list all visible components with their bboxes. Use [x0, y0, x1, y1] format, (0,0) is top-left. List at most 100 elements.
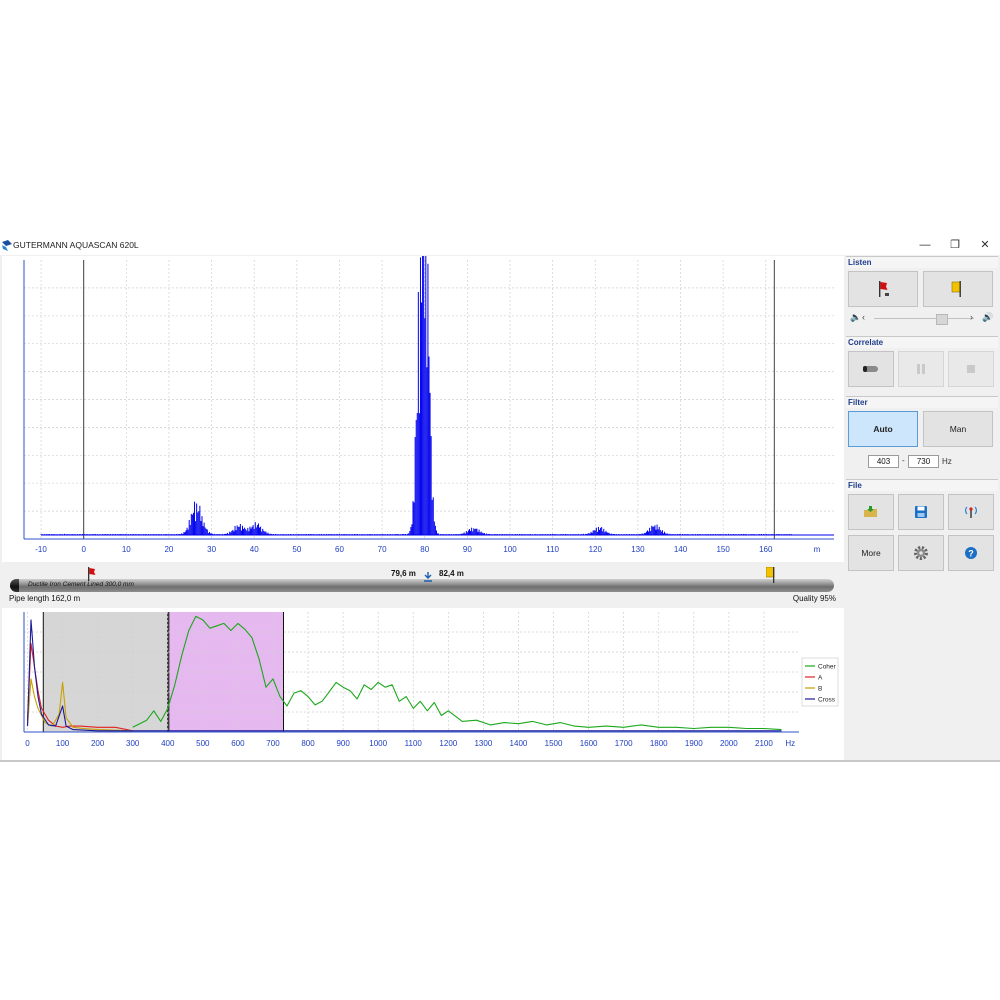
x-tick-label: 2000: [720, 739, 738, 748]
x-tick-label: 60: [335, 545, 344, 554]
filter-low-input[interactable]: 403: [868, 455, 899, 468]
x-tick-label: 20: [164, 545, 173, 554]
main-content: -10 0 10 20 30 40 50 60 70 80 90 100 110 120 130 140 150…: [2, 256, 844, 760]
legend-label: A: [818, 675, 823, 682]
x-tick-label: 2100: [755, 739, 773, 748]
pipe-material-label: Ductile Iron Cement Lined 300,0 mm: [28, 581, 134, 588]
more-button[interactable]: More: [848, 535, 894, 571]
x-tick-label: 50: [292, 545, 301, 554]
x-tick-label: 900: [336, 739, 350, 748]
x-tick-label: 10: [122, 545, 131, 554]
x-tick-label: 1000: [369, 739, 387, 748]
x-tick-label: 800: [301, 739, 315, 748]
distance-to-b: 82,4 m: [439, 569, 464, 578]
speaker-low-icon[interactable]: 🔈: [850, 312, 861, 323]
wireless-transfer-button[interactable]: [948, 494, 994, 530]
x-tick-label: 1600: [580, 739, 598, 748]
x-tick-label: 200: [91, 739, 105, 748]
svg-text:?: ?: [968, 549, 974, 559]
frequency-spectrum-chart[interactable]: Coher AB Cross 0 100 200 300 400 500 600 700 800 900…: [2, 608, 844, 760]
listen-section-title: Listen: [846, 256, 998, 268]
start-correlation-button[interactable]: [848, 351, 894, 387]
help-icon: ?: [965, 547, 977, 559]
legend-label: B: [818, 686, 822, 693]
settings-button[interactable]: [898, 535, 944, 571]
volume-slider[interactable]: [874, 318, 974, 319]
window-bottom-border: [0, 760, 1000, 762]
listen-b-button[interactable]: [923, 271, 993, 307]
correlate-section-title: Correlate: [846, 336, 998, 348]
distance-to-a: 79,6 m: [391, 569, 416, 578]
x-tick-label: 1400: [510, 739, 528, 748]
sensor-b-flag-icon: [951, 281, 961, 297]
pause-icon: [917, 364, 925, 374]
stop-icon: [967, 365, 975, 373]
pipe-icon: [863, 366, 878, 372]
leak-position-marker-icon[interactable]: [423, 572, 433, 582]
x-tick-label: 80: [420, 545, 429, 554]
sensor-a-flag-icon[interactable]: [88, 567, 96, 581]
close-button[interactable]: ✕: [970, 236, 1000, 255]
x-tick-label: 30: [207, 545, 216, 554]
pipe-length-label: Pipe length 162,0 m: [9, 594, 81, 603]
sensor-a-flag-icon: [879, 281, 889, 297]
volume-left-arrow-icon[interactable]: ‹: [862, 312, 865, 322]
x-tick-label: 110: [546, 545, 559, 554]
x-tick-label: 1100: [405, 739, 423, 748]
correlation-chart[interactable]: -10 0 10 20 30 40 50 60 70 80 90 100 110 120 130 140 150…: [2, 256, 844, 563]
filter-auto-button[interactable]: Auto: [848, 411, 918, 447]
volume-right-arrow-icon[interactable]: ›: [970, 312, 973, 322]
filter-range-separator: -: [902, 456, 905, 465]
x-tick-label: 140: [674, 545, 688, 554]
legend-label: Cross: [818, 697, 836, 704]
antenna-icon: [965, 506, 977, 518]
x-axis-unit-label: m: [814, 545, 821, 554]
minimize-button[interactable]: —: [910, 236, 940, 255]
x-tick-label: -10: [35, 545, 47, 554]
x-tick-label: 0: [25, 739, 30, 748]
x-tick-label: 90: [463, 545, 472, 554]
filter-manual-button[interactable]: Man: [923, 411, 993, 447]
x-tick-label: 100: [56, 739, 70, 748]
title-bar: GUTERMANN AQUASCAN 620L — ❐ ✕: [0, 236, 1000, 255]
x-tick-label: 160: [759, 545, 773, 554]
side-panel: Listen 🔈 ‹ › 🔊 Correlate Filter Auto Man…: [846, 256, 998, 760]
spectrum-legend: Coher AB Cross: [801, 657, 839, 707]
filter-high-input[interactable]: 730: [908, 455, 939, 468]
gear-icon: [914, 546, 928, 560]
filter-section-title: Filter: [846, 396, 998, 408]
stop-correlation-button[interactable]: [948, 351, 994, 387]
x-tick-label: 1500: [545, 739, 563, 748]
x-tick-label: 1900: [685, 739, 703, 748]
gutermann-logo-icon: [2, 240, 12, 251]
speaker-high-icon[interactable]: 🔊: [982, 312, 993, 323]
x-axis-unit-label: Hz: [785, 739, 795, 748]
app-window: GUTERMANN AQUASCAN 620L — ❐ ✕ -10 0 10 20 30…: [0, 236, 1000, 762]
help-button[interactable]: ?: [948, 535, 994, 571]
restore-button[interactable]: ❐: [940, 236, 970, 255]
open-folder-icon: [864, 506, 877, 517]
x-tick-label: 1200: [439, 739, 457, 748]
save-icon: [915, 506, 927, 518]
open-file-button[interactable]: [848, 494, 894, 530]
x-tick-label: 1800: [650, 739, 668, 748]
filter-unit-label: Hz: [942, 457, 952, 466]
x-tick-label: 0: [81, 545, 86, 554]
save-button[interactable]: [898, 494, 944, 530]
sensor-b-flag-icon[interactable]: [766, 567, 776, 583]
listen-a-button[interactable]: [848, 271, 918, 307]
x-tick-label: 40: [250, 545, 259, 554]
pause-correlation-button[interactable]: [898, 351, 944, 387]
quality-label: Quality 95%: [792, 594, 836, 603]
x-tick-label: 1700: [615, 739, 633, 748]
x-tick-label: 300: [126, 739, 140, 748]
file-section-title: File: [846, 479, 998, 491]
x-tick-label: 120: [589, 545, 603, 554]
volume-slider-thumb[interactable]: [936, 314, 948, 325]
window-title: GUTERMANN AQUASCAN 620L: [13, 240, 139, 250]
legend-label: Coher: [818, 664, 837, 671]
filter-band[interactable]: [168, 612, 284, 732]
x-tick-label: 150: [716, 545, 730, 554]
x-tick-label: 100: [503, 545, 517, 554]
x-tick-label: 1300: [474, 739, 492, 748]
